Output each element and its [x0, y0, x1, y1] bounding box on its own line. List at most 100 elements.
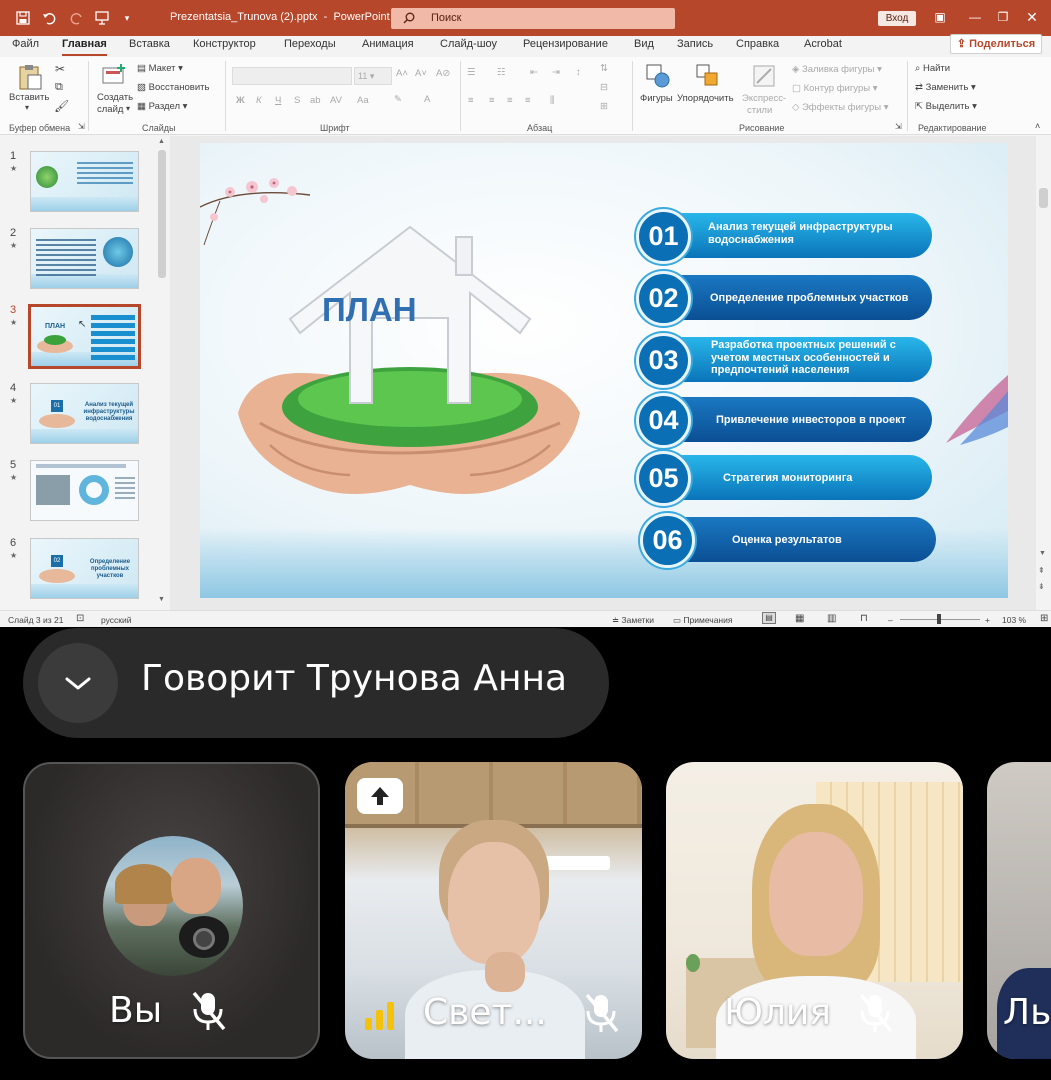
strikethrough-button[interactable]: S — [294, 95, 300, 106]
slide-thumbnail-5[interactable] — [30, 460, 139, 521]
reading-view-icon[interactable]: ▥ — [827, 613, 836, 624]
align-text-icon[interactable]: ⊟ — [600, 82, 608, 93]
plan-item-5[interactable]: 05 Стратегия мониторинга — [636, 451, 936, 506]
slide-sorter-icon[interactable]: ▦ — [795, 613, 804, 624]
increase-indent-icon[interactable]: ⇥ — [552, 67, 560, 78]
shape-outline-button[interactable]: ▢ Контур фигуры ▾ — [792, 83, 877, 94]
current-slide[interactable]: ПЛАН 01 Анализ текущей инфраструктуры во… — [200, 143, 1008, 598]
redo-icon[interactable] — [70, 11, 84, 25]
thumbnails-scrollbar[interactable]: ▲ ▼ — [156, 136, 168, 608]
plan-item-1[interactable]: 01 Анализ текущей инфраструктуры водосна… — [636, 209, 936, 264]
quick-styles-icon[interactable] — [751, 63, 777, 89]
tab-file[interactable]: Файл — [12, 38, 39, 50]
signin-button[interactable]: Вход — [878, 11, 916, 26]
maximize-icon[interactable]: ❐ — [993, 8, 1013, 26]
columns-icon[interactable]: ⫼ — [550, 95, 554, 106]
shape-fill-button[interactable]: ◈ Заливка фигуры ▾ — [792, 64, 882, 75]
section-button[interactable]: ▦ Раздел ▾ — [137, 101, 187, 112]
cut-icon[interactable]: ✂ — [55, 62, 65, 76]
zoom-level[interactable]: 103 % — [1002, 615, 1026, 625]
undo-icon[interactable] — [42, 11, 56, 25]
collapse-button[interactable] — [38, 643, 118, 723]
clipboard-launcher-icon[interactable]: ⇲ — [78, 122, 85, 131]
tab-record[interactable]: Запись — [677, 38, 713, 50]
text-direction-icon[interactable]: ⇅ — [600, 63, 608, 74]
plan-item-6[interactable]: 06 Оценка результатов — [640, 513, 940, 568]
align-left-icon[interactable]: ≡ — [468, 95, 474, 106]
format-painter-icon[interactable]: 🖌 — [54, 99, 69, 113]
slideshow-view-icon[interactable]: ⊓ — [860, 613, 868, 624]
plan-item-4[interactable]: 04 Привлечение инвесторов в проект — [636, 393, 936, 448]
zoom-in-button[interactable]: + — [985, 615, 990, 625]
layout-button[interactable]: ▤ Макет ▾ — [137, 63, 183, 74]
participant-tile-2[interactable]: Свет... — [345, 762, 642, 1059]
participant-tile-self[interactable]: Вы — [23, 762, 320, 1059]
reset-button[interactable]: ▧ Восстановить — [137, 82, 209, 93]
shrink-font-icon[interactable]: A˅ — [415, 68, 427, 79]
numbering-icon[interactable]: ☷ — [497, 67, 506, 78]
change-case-button[interactable]: Aa — [357, 95, 369, 106]
save-icon[interactable] — [16, 11, 30, 25]
present-icon[interactable] — [95, 11, 109, 25]
tab-design[interactable]: Конструктор — [193, 38, 256, 50]
participant-tile-4[interactable]: Ль — [987, 762, 1051, 1059]
highlight-icon[interactable]: ✎ — [394, 94, 402, 105]
scroll-down-icon[interactable]: ▼ — [158, 596, 166, 604]
scrollbar-thumb[interactable] — [158, 150, 166, 278]
char-spacing-icon[interactable]: AV — [330, 95, 342, 106]
scroll-down-icon[interactable]: ▼ — [1039, 550, 1046, 557]
new-slide-icon[interactable] — [101, 63, 127, 89]
align-right-icon[interactable]: ≡ — [507, 95, 513, 106]
collapse-ribbon-icon[interactable]: ˄ — [1035, 121, 1040, 131]
shapes-icon[interactable] — [645, 63, 671, 89]
slide-thumbnail-3-selected[interactable]: ПЛАН ↖ — [28, 304, 141, 369]
scrollbar-thumb[interactable] — [1039, 188, 1048, 208]
fit-slide-icon[interactable]: ⊞ — [1040, 613, 1048, 624]
previous-slide-icon[interactable]: ⇞ — [1038, 566, 1045, 575]
bullets-icon[interactable]: ☰ — [467, 67, 476, 78]
select-button[interactable]: ⇱ Выделить ▾ — [915, 101, 977, 112]
tab-animation[interactable]: Анимация — [362, 38, 414, 50]
smartart-icon[interactable]: ⊞ — [600, 101, 608, 112]
quick-styles-label-2[interactable]: стили — [747, 105, 772, 116]
tab-review[interactable]: Рецензирование — [523, 38, 608, 50]
grow-font-icon[interactable]: A˄ — [396, 68, 408, 79]
language-indicator[interactable]: русский — [101, 615, 132, 625]
paste-label[interactable]: Вставить — [9, 92, 49, 103]
share-button[interactable]: ⇪ Поделиться — [950, 34, 1042, 54]
align-center-icon[interactable]: ≡ — [489, 95, 495, 106]
paste-dropdown-icon[interactable]: ▾ — [25, 103, 29, 112]
new-slide-label-1[interactable]: Создать — [97, 92, 133, 103]
tab-transitions[interactable]: Переходы — [284, 38, 336, 50]
new-slide-label-2[interactable]: слайд — [97, 104, 123, 115]
shapes-label[interactable]: Фигуры — [640, 93, 673, 104]
pinned-badge[interactable] — [357, 778, 403, 814]
tab-insert[interactable]: Вставка — [129, 38, 170, 50]
canvas-scrollbar[interactable]: ▼ ⇞ ⇟ — [1036, 136, 1051, 610]
tab-slideshow[interactable]: Слайд-шоу — [440, 38, 497, 50]
ribbon-display-icon[interactable]: ▣ — [930, 8, 950, 26]
next-slide-icon[interactable]: ⇟ — [1038, 582, 1045, 591]
arrange-label[interactable]: Упорядочить — [677, 93, 734, 104]
tab-home[interactable]: Главная — [62, 38, 107, 56]
clear-format-icon[interactable]: A⊘ — [436, 68, 450, 79]
search-box[interactable]: Поиск — [391, 8, 675, 29]
bold-button[interactable]: Ж — [236, 95, 245, 106]
font-size-select[interactable]: 11 ▾ — [354, 67, 392, 85]
quick-styles-label-1[interactable]: Экспресс- — [742, 93, 786, 104]
participant-tile-3[interactable]: Юлия — [666, 762, 963, 1059]
slide-thumbnail-2[interactable] — [30, 228, 139, 289]
accessibility-icon[interactable]: ⊡ — [76, 613, 84, 624]
justify-icon[interactable]: ≡ — [525, 95, 531, 106]
scroll-up-icon[interactable]: ▲ — [158, 138, 166, 146]
notes-button[interactable]: ≐ Заметки — [612, 615, 654, 626]
tab-acrobat[interactable]: Acrobat — [804, 38, 842, 50]
arrange-icon[interactable] — [695, 63, 721, 89]
italic-button[interactable]: К — [256, 95, 262, 106]
zoom-slider-handle[interactable] — [937, 614, 941, 624]
line-spacing-icon[interactable]: ↕ — [576, 67, 581, 78]
replace-button[interactable]: ⇄ Заменить ▾ — [915, 82, 976, 93]
slide-thumbnail-4[interactable]: 01 Анализ текущей инфраструктуры водосна… — [30, 383, 139, 444]
tab-help[interactable]: Справка — [736, 38, 779, 50]
underline-button[interactable]: Ч — [275, 95, 281, 106]
